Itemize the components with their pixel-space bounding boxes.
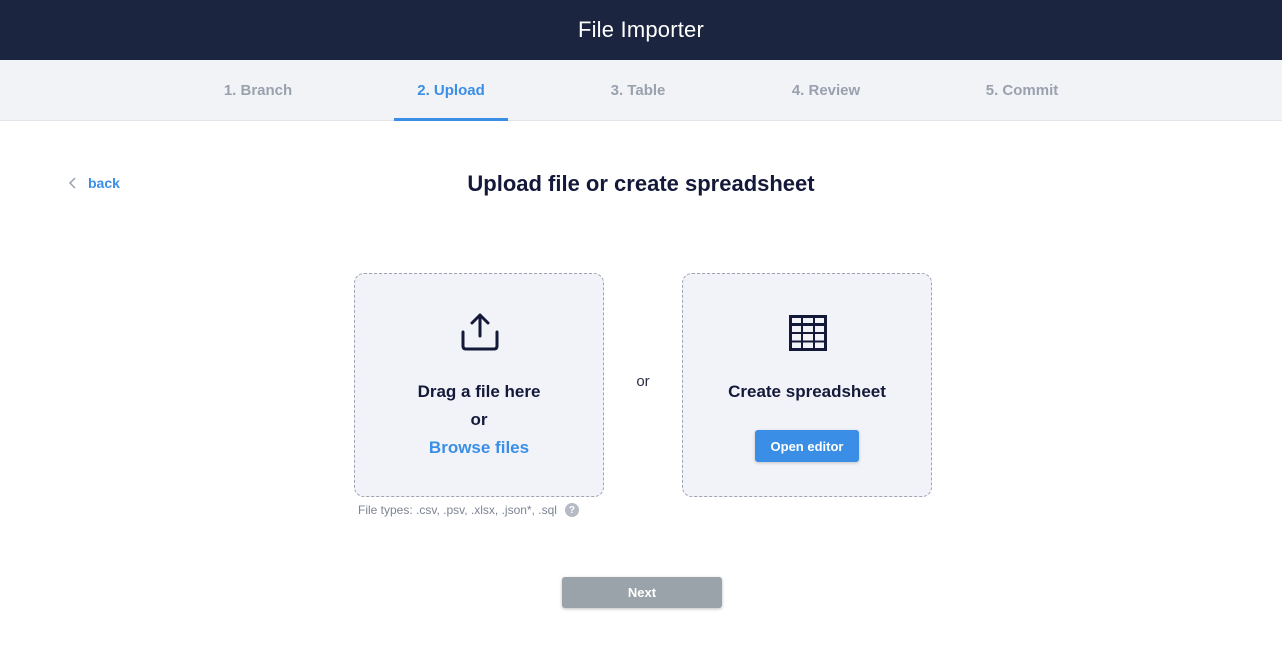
table-icon (789, 315, 827, 351)
step-branch[interactable]: 1. Branch (210, 60, 306, 121)
step-upload[interactable]: 2. Upload (394, 60, 508, 121)
app-title: File Importer (577, 17, 705, 42)
step-commit[interactable]: 5. Commit (970, 60, 1074, 121)
step-navigation: 1. Branch 2. Upload 3. Table 4. Review 5… (0, 60, 1282, 121)
step-review[interactable]: 4. Review (778, 60, 874, 121)
open-editor-button[interactable]: Open editor (755, 430, 859, 462)
next-button[interactable]: Next (562, 577, 722, 608)
create-spreadsheet-title: Create spreadsheet (728, 382, 886, 401)
step-table[interactable]: 3. Table (596, 60, 680, 121)
page-title: Upload file or create spreadsheet (467, 171, 815, 196)
browse-files-link[interactable]: Browse files (355, 438, 603, 458)
or-separator-inner: or (470, 410, 488, 429)
upload-icon (461, 313, 499, 351)
or-separator: or (636, 373, 650, 390)
help-icon[interactable]: ? (564, 503, 579, 517)
file-types-hint: File types: .csv, .psv, .xlsx, .json*, .… (358, 503, 579, 517)
file-types-text: File types: .csv, .psv, .xlsx, .json*, .… (358, 503, 557, 517)
app-header: File Importer (0, 0, 1282, 60)
create-spreadsheet-card: Create spreadsheet Open editor (682, 273, 932, 497)
drag-instruction: Drag a file here (417, 382, 541, 401)
file-drop-zone[interactable]: Drag a file here or Browse files (354, 273, 604, 497)
